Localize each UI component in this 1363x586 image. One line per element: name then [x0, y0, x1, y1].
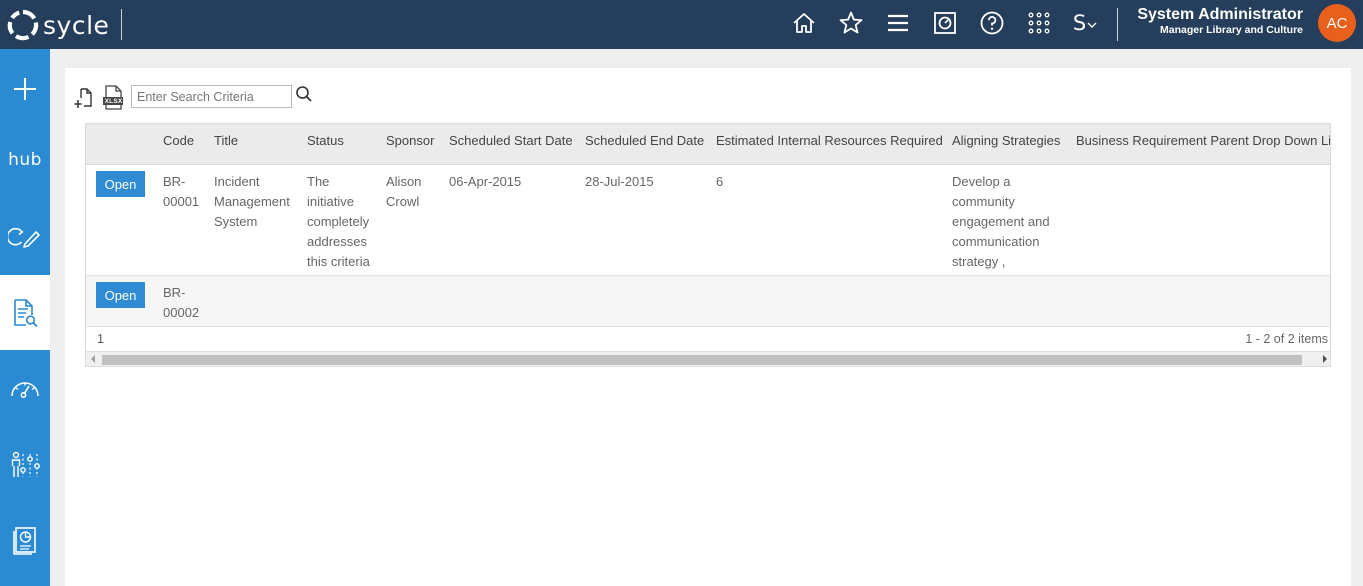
- menu-icon[interactable]: [883, 8, 913, 38]
- horizontal-scrollbar[interactable]: [86, 351, 1330, 366]
- column-header-estimated-resources[interactable]: Estimated Internal Resources Required: [716, 133, 943, 148]
- column-header-scheduled-start-date[interactable]: Scheduled Start Date: [449, 133, 573, 148]
- sidebar-item-performance[interactable]: [0, 351, 50, 426]
- sidebar-item-hub[interactable]: hub: [0, 122, 50, 197]
- home-icon[interactable]: [789, 8, 819, 38]
- user-name[interactable]: System Administrator: [1137, 6, 1303, 24]
- table-row: Open BR-00001 Incident Management System…: [86, 165, 1330, 276]
- sidebar-item-add[interactable]: [0, 51, 50, 126]
- new-document-icon[interactable]: [74, 87, 94, 114]
- open-button[interactable]: Open: [96, 171, 145, 197]
- xlsx-export-icon[interactable]: XLSX: [102, 85, 124, 116]
- cell-strategies: Develop a community engagement and commu…: [952, 174, 1050, 269]
- sidebar-item-people[interactable]: [0, 427, 50, 502]
- column-header-parent-drop-down[interactable]: Business Requirement Parent Drop Down Li…: [1076, 133, 1330, 148]
- cell-sponsor: Alison Crowl: [386, 174, 422, 209]
- scrollbar-thumb[interactable]: [102, 355, 1302, 365]
- page-number[interactable]: 1: [97, 332, 104, 346]
- scroll-left-arrow-icon[interactable]: [91, 355, 95, 363]
- document-search-icon: [14, 298, 38, 327]
- star-icon[interactable]: [836, 8, 866, 38]
- language-label: S: [1072, 11, 1087, 35]
- sidebar-item-refresh-edit[interactable]: [0, 199, 50, 274]
- cell-title: Incident Management System: [214, 174, 290, 229]
- column-header-status[interactable]: Status: [307, 133, 344, 148]
- divider: [1117, 8, 1118, 41]
- user-role: Manager Library and Culture: [1160, 24, 1303, 36]
- column-header-scheduled-end-date[interactable]: Scheduled End Date: [585, 133, 704, 148]
- scroll-right-arrow-icon[interactable]: [1323, 355, 1327, 363]
- help-icon[interactable]: [977, 8, 1007, 38]
- sidebar-item-reports[interactable]: [0, 503, 50, 578]
- hub-label: hub: [8, 149, 42, 170]
- language-switch-icon[interactable]: S: [1069, 8, 1101, 38]
- apps-grid-icon[interactable]: [1024, 8, 1054, 38]
- cell-status: The initiative completely addresses this…: [307, 174, 370, 269]
- column-header-sponsor[interactable]: Sponsor: [386, 133, 434, 148]
- refresh-edit-icon: [8, 227, 40, 248]
- pager: 1 1 - 2 of 2 items: [86, 327, 1330, 351]
- table-row: Open BR-00002: [86, 276, 1330, 327]
- divider: [121, 9, 122, 40]
- sidebar-item-document-search[interactable]: [0, 275, 50, 350]
- sycle-logo-icon: [7, 9, 39, 41]
- people-sliders-icon: [11, 451, 40, 477]
- cell-code: BR-00001: [163, 174, 200, 209]
- column-header-code[interactable]: Code: [163, 133, 194, 148]
- search-input[interactable]: [131, 85, 292, 108]
- grid-header: Code Title Status Sponsor Scheduled Star…: [86, 124, 1330, 165]
- page-info: 1 - 2 of 2 items: [1245, 332, 1328, 346]
- cell-code: BR-00002: [163, 285, 200, 320]
- main-panel: XLSX Code Title Status Sponsor Scheduled…: [65, 68, 1351, 586]
- cell-start-date: 06-Apr-2015: [449, 174, 522, 189]
- sidebar: hub: [0, 49, 50, 586]
- search-icon[interactable]: [295, 85, 313, 108]
- cell-end-date: 28-Jul-2015: [585, 174, 654, 189]
- dashboard-icon[interactable]: [930, 8, 960, 38]
- open-button[interactable]: Open: [96, 282, 145, 308]
- gauge-icon: [11, 381, 39, 398]
- data-grid: Code Title Status Sponsor Scheduled Star…: [85, 123, 1331, 367]
- xlsx-label: XLSX: [104, 98, 123, 105]
- column-header-title[interactable]: Title: [214, 133, 238, 148]
- logo-text: sycle: [43, 10, 110, 40]
- chevron-down-icon: [1087, 22, 1097, 28]
- avatar[interactable]: AC: [1318, 4, 1356, 42]
- cell-resources: 6: [716, 174, 724, 189]
- logo[interactable]: sycle: [6, 8, 109, 42]
- top-bar: sycle S System Administrator Manager Lib…: [0, 0, 1363, 49]
- column-header-aligning-strategies[interactable]: Aligning Strategies: [952, 133, 1060, 148]
- report-chart-icon: [13, 526, 36, 555]
- plus-icon: [14, 77, 36, 100]
